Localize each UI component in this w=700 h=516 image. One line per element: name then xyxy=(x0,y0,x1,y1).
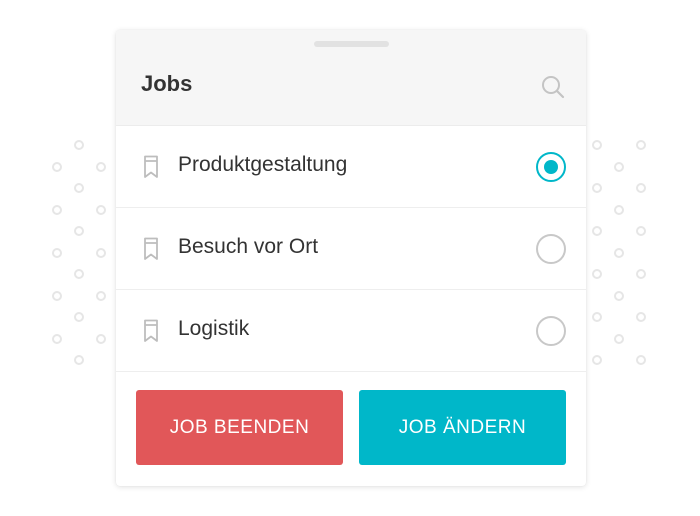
bookmark-icon xyxy=(143,155,159,179)
decorative-dot xyxy=(592,226,602,236)
decorative-dot xyxy=(96,333,106,344)
decorative-dot xyxy=(52,161,62,172)
job-label: Produktgestaltung xyxy=(178,153,348,176)
job-list: Produktgestaltung Besuch vor Ort Logisti… xyxy=(116,126,586,372)
panel-header: Jobs xyxy=(116,30,586,126)
decorative-dot xyxy=(614,161,624,172)
decorative-dot xyxy=(636,140,646,150)
decorative-dot xyxy=(614,204,624,215)
job-row-logistik[interactable]: Logistik xyxy=(116,290,586,372)
decorative-dot xyxy=(592,269,602,279)
decorative-dot xyxy=(636,269,646,279)
search-icon[interactable] xyxy=(540,74,566,100)
decorative-dot xyxy=(52,333,62,344)
decorative-dot xyxy=(74,269,84,279)
decorative-dot xyxy=(74,312,84,322)
bookmark-icon xyxy=(143,237,159,261)
decorative-dot xyxy=(614,290,624,301)
job-row-besuch-vor-ort[interactable]: Besuch vor Ort xyxy=(116,208,586,290)
decorative-dot xyxy=(592,140,602,150)
job-radio[interactable] xyxy=(536,316,566,346)
job-label: Logistik xyxy=(178,317,250,340)
decorative-dot xyxy=(592,183,602,193)
bookmark-icon xyxy=(143,319,159,343)
job-radio[interactable] xyxy=(536,234,566,264)
decorative-dot xyxy=(592,312,602,322)
decorative-dot xyxy=(74,183,84,193)
decorative-dot xyxy=(636,312,646,322)
end-job-button[interactable]: JOB BEENDEN xyxy=(136,390,343,465)
decorative-dot xyxy=(592,355,602,365)
panel-title: Jobs xyxy=(141,71,193,96)
decorative-dot xyxy=(636,226,646,236)
decorative-dot xyxy=(74,355,84,365)
decorative-dot xyxy=(614,333,624,344)
decorative-dot xyxy=(74,140,84,150)
decorative-dot xyxy=(52,204,62,215)
change-job-button[interactable]: JOB ÄNDERN xyxy=(359,390,566,465)
decorative-dot xyxy=(96,247,106,258)
action-bar: JOB BEENDEN JOB ÄNDERN xyxy=(116,390,586,486)
decorative-dot xyxy=(614,247,624,258)
job-label: Besuch vor Ort xyxy=(178,235,319,258)
job-radio[interactable] xyxy=(536,152,566,182)
decorative-dot xyxy=(96,290,106,301)
decorative-dot xyxy=(96,204,106,215)
decorative-dot xyxy=(96,161,106,172)
decorative-dots-right xyxy=(586,140,652,380)
jobs-panel: Jobs Produktgestaltung Besuch vor Ort Lo… xyxy=(116,30,586,486)
decorative-dot xyxy=(52,247,62,258)
decorative-dot xyxy=(74,226,84,236)
decorative-dots-left xyxy=(46,140,112,380)
job-row-produktgestaltung[interactable]: Produktgestaltung xyxy=(116,126,586,208)
decorative-dot xyxy=(636,183,646,193)
drag-handle[interactable] xyxy=(314,41,389,47)
decorative-dot xyxy=(636,355,646,365)
decorative-dot xyxy=(52,290,62,301)
